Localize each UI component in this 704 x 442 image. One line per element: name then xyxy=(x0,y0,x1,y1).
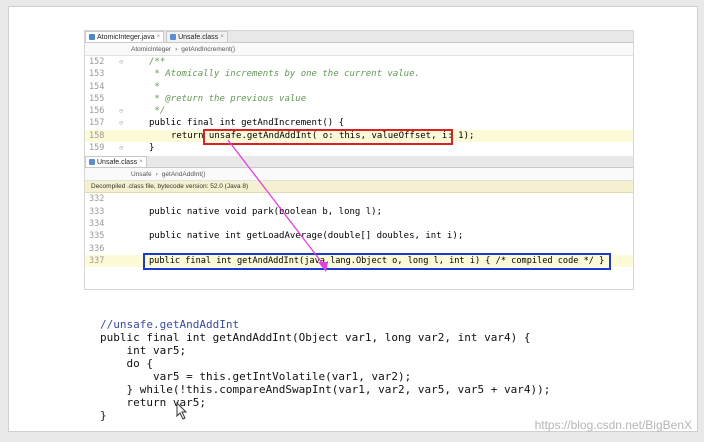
snippet-line: } xyxy=(100,409,107,422)
snippet-line: public final int getAndAddInt(Object var… xyxy=(100,331,531,344)
snippet-line: } while(!this.compareAndSwapInt(var1, va… xyxy=(100,383,551,396)
snippet-line: do { xyxy=(100,357,153,370)
snippet-line: int var5; xyxy=(100,344,187,357)
watermark: https://blog.csdn.net/BigBenX xyxy=(534,418,692,432)
snippet-line: //unsafe.getAndAddInt xyxy=(100,318,240,331)
code-snippet: //unsafe.getAndAddInt public final int g… xyxy=(100,318,550,422)
mouse-cursor-icon xyxy=(176,402,188,420)
snippet-line: return var5; xyxy=(100,396,206,409)
snippet-line: var5 = this.getIntVolatile(var1, var2); xyxy=(100,370,412,383)
